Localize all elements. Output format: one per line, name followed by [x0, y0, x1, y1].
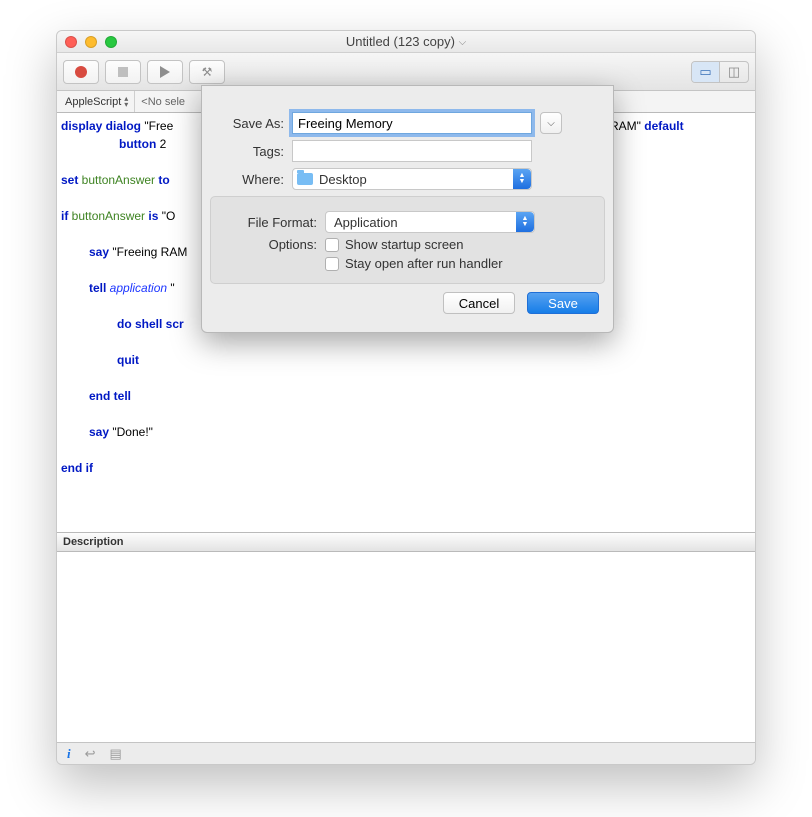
- show-startup-label: Show startup screen: [345, 237, 464, 252]
- tags-label: Tags:: [214, 144, 284, 159]
- hammer-icon: ⚒: [202, 65, 213, 79]
- stop-button[interactable]: [105, 60, 141, 84]
- save-button[interactable]: Save: [527, 292, 599, 314]
- bottom-bar: i ↩ ▤: [57, 742, 755, 764]
- save-as-input[interactable]: [292, 112, 532, 134]
- list-icon[interactable]: ▤: [110, 746, 122, 762]
- popup-arrows-icon: ▲▼: [513, 169, 531, 189]
- record-button[interactable]: [63, 60, 99, 84]
- record-icon: [75, 66, 87, 78]
- stop-icon: [118, 67, 128, 77]
- options-label: Options:: [223, 237, 317, 252]
- panes-icon: ◫: [728, 64, 740, 80]
- description-body[interactable]: [57, 552, 755, 742]
- format-options-box: File Format: Application ▲▼ Options: Sho…: [210, 196, 605, 284]
- save-sheet: Save As: ⌵ Tags: Where: Desktop ▲▼ File …: [201, 85, 614, 333]
- play-icon: [160, 66, 170, 78]
- cancel-button[interactable]: Cancel: [443, 292, 515, 314]
- display-icon: ▭: [699, 64, 711, 80]
- save-as-label: Save As:: [214, 116, 284, 131]
- description-header: Description: [57, 533, 755, 552]
- where-popup[interactable]: Desktop ▲▼: [292, 168, 532, 190]
- run-button[interactable]: [147, 60, 183, 84]
- language-selector[interactable]: AppleScript▴▾: [61, 91, 135, 112]
- view-panes-button[interactable]: ◫: [720, 62, 748, 82]
- selection-indicator[interactable]: <No sele: [135, 96, 185, 108]
- compile-button[interactable]: ⚒: [189, 60, 225, 84]
- file-format-label: File Format:: [223, 215, 317, 230]
- stay-open-checkbox[interactable]: [325, 257, 339, 271]
- file-format-popup[interactable]: Application ▲▼: [325, 211, 535, 233]
- info-icon[interactable]: i: [67, 746, 71, 762]
- updown-icon: ▴▾: [124, 96, 128, 108]
- popup-arrows-icon: ▲▼: [516, 212, 534, 232]
- show-startup-checkbox[interactable]: [325, 238, 339, 252]
- tags-input[interactable]: [292, 140, 532, 162]
- window-title[interactable]: Untitled (123 copy) ⌵: [57, 34, 755, 49]
- title-dropdown-icon: ⌵: [459, 37, 467, 48]
- titlebar: Untitled (123 copy) ⌵: [57, 31, 755, 53]
- folder-icon: [297, 173, 313, 185]
- expand-save-dialog-button[interactable]: ⌵: [540, 112, 562, 134]
- stay-open-label: Stay open after run handler: [345, 256, 503, 271]
- where-label: Where:: [214, 172, 284, 187]
- return-icon[interactable]: ↩: [85, 746, 96, 762]
- view-editor-button[interactable]: ▭: [692, 62, 720, 82]
- view-toggle: ▭ ◫: [691, 61, 749, 83]
- chevron-down-icon: ⌵: [547, 118, 555, 129]
